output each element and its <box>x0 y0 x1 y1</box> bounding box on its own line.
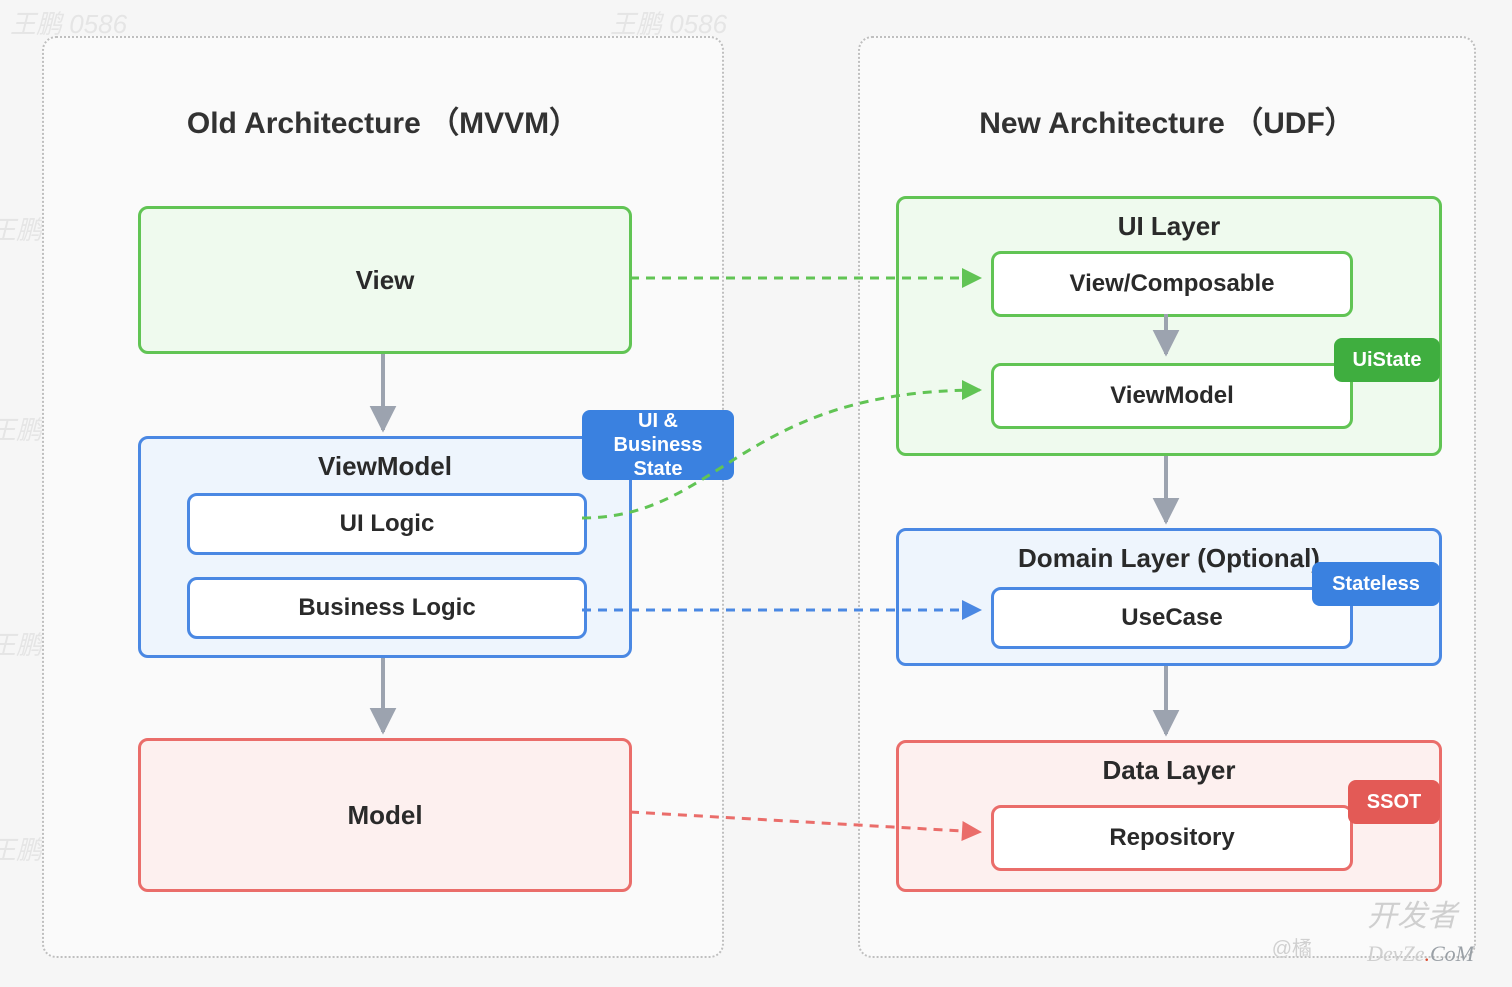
box-model: Model <box>138 738 632 892</box>
label-new-viewmodel: ViewModel <box>1110 382 1234 410</box>
badge-ui-state: UiState <box>1334 338 1440 382</box>
label-view-composable: View/Composable <box>1070 270 1275 298</box>
label-repository: Repository <box>1109 824 1234 852</box>
label-model: Model <box>347 800 422 831</box>
label-viewmodel: ViewModel <box>141 451 629 482</box>
box-repository: Repository <box>991 805 1353 871</box>
footer-watermark: 开发者 DevZe.CoM <box>1367 891 1474 969</box>
label-ui-logic: UI Logic <box>340 510 435 538</box>
old-architecture-title: Old Architecture （MVVM） <box>44 98 722 142</box>
box-usecase: UseCase <box>991 587 1353 649</box>
label-usecase: UseCase <box>1121 604 1222 632</box>
box-view: View <box>138 206 632 354</box>
new-architecture-title: New Architecture （UDF） <box>860 98 1474 142</box>
label-view: View <box>356 265 415 296</box>
panel-new-architecture: New Architecture （UDF） UI Layer View/Com… <box>858 36 1476 958</box>
attribution-text: @橘 <box>1272 932 1312 961</box>
badge-stateless: Stateless <box>1312 562 1440 606</box>
box-ui-layer: UI Layer View/Composable ViewModel <box>896 196 1442 456</box>
label-business-logic: Business Logic <box>298 594 475 622</box>
box-view-composable: View/Composable <box>991 251 1353 317</box>
label-ui-layer: UI Layer <box>899 211 1439 242</box>
box-business-logic: Business Logic <box>187 577 587 639</box>
badge-ssot: SSOT <box>1348 780 1440 824</box>
box-viewmodel: ViewModel UI Logic Business Logic <box>138 436 632 658</box>
badge-ui-business-state: UI & Business State <box>582 410 734 480</box>
panel-old-architecture: Old Architecture （MVVM） View ViewModel U… <box>42 36 724 958</box>
box-new-viewmodel: ViewModel <box>991 363 1353 429</box>
box-ui-logic: UI Logic <box>187 493 587 555</box>
